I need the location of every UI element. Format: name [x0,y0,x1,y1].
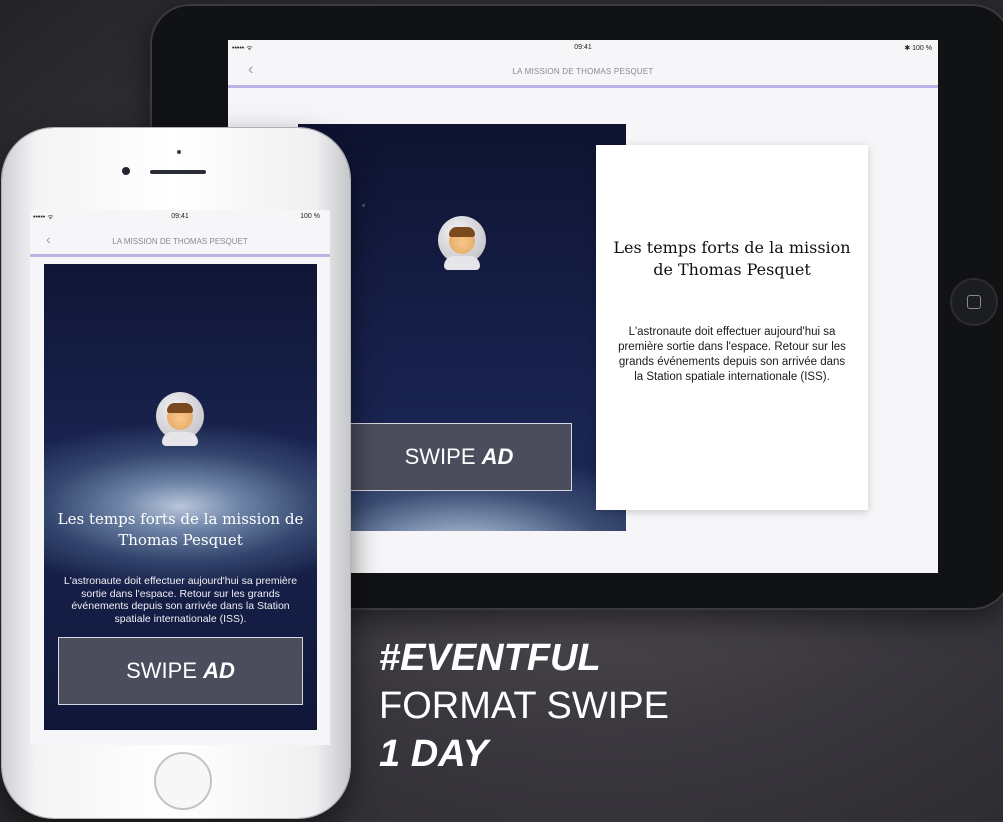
ipad-nav-title: LA MISSION DE THOMAS PESQUET [512,67,654,76]
ipad-article-title: Les temps forts de la mission de Thomas … [613,238,851,279]
tagline-format: FORMAT SWIPE [379,685,669,727]
iphone-time: 09:41 [171,213,189,220]
iphone-cta-label-bold: AD [203,658,235,683]
ipad-article-card: Les temps forts de la mission de Thomas … [596,145,868,510]
ipad-time: 09:41 [574,44,592,51]
iphone-cta-label: SWIPE [126,658,197,683]
iphone-article-title: Les temps forts de la mission de Thomas … [57,510,304,549]
ipad-battery: ✱ 100 % [904,45,932,52]
iphone-hero-image: Les temps forts de la mission de Thomas … [44,264,317,730]
iphone-home-button-icon[interactable] [154,752,212,810]
iphone-battery: 100 % [300,213,320,220]
ipad-home-button-icon[interactable] [952,280,996,324]
tagline-duration: 1 DAY [379,733,489,775]
ipad-cta-label-bold: AD [481,444,514,469]
ipad-swipe-ad-button[interactable]: SWIPE AD [346,423,572,491]
iphone-speaker [150,170,206,174]
iphone-sensor [177,150,181,154]
ipad-cta-label: SWIPE [404,444,476,469]
iphone-navigation-bar: ‹ LA MISSION DE THOMAS PESQUET [30,222,330,257]
tagline: #EVENTFUL FORMAT SWIPE 1 DAY [379,634,669,778]
ipad-navigation-bar: ‹ LA MISSION DE THOMAS PESQUET [228,53,938,88]
iphone-article-description: L'astronaute doit effectuer aujourd'hui … [63,575,298,625]
iphone-swipe-ad-button[interactable]: SWIPE AD [58,637,303,705]
tagline-hashtag: #EVENTFUL [379,637,601,679]
iphone-camera-icon [122,167,130,175]
iphone-screen: ••••• ᯤ 09:41 100 % ‹ LA MISSION DE THOM… [30,210,330,745]
iphone-nav-title: LA MISSION DE THOMAS PESQUET [112,237,248,246]
ipad-article-description: L'astronaute doit effectuer aujourd'hui … [618,326,846,383]
astronaut-icon [438,216,486,270]
astronaut-icon [156,392,204,446]
